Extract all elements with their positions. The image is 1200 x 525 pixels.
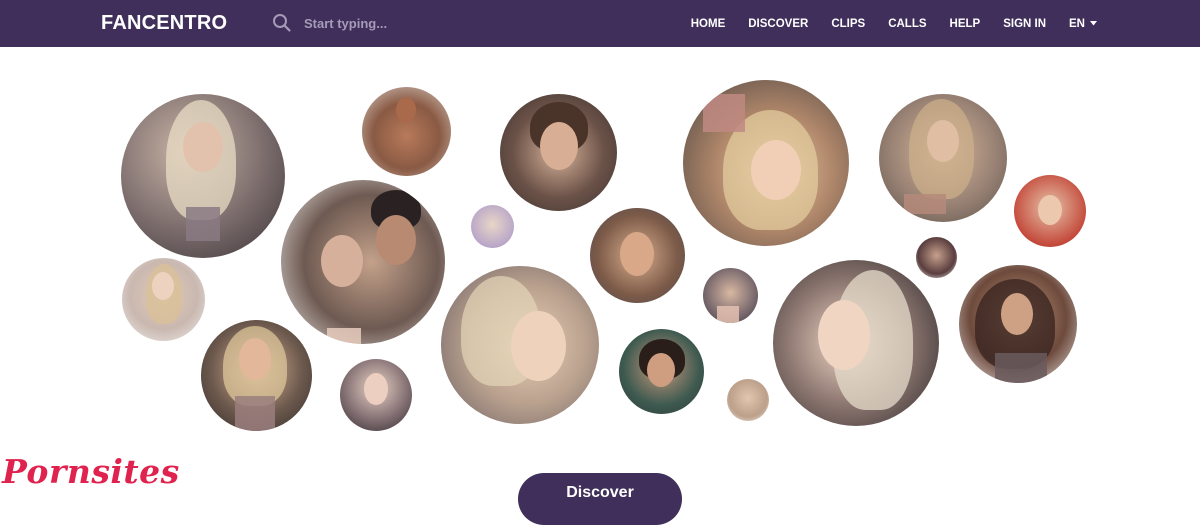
creator-avatar[interactable]: [703, 268, 758, 323]
creator-avatar[interactable]: [201, 320, 312, 431]
search-bar: [272, 11, 544, 35]
creator-avatar[interactable]: [362, 87, 451, 176]
nav-clips-link[interactable]: CLIPS: [831, 18, 865, 30]
creator-bubbles: [0, 47, 1200, 493]
language-label: EN: [1069, 17, 1085, 30]
creator-avatar[interactable]: [619, 329, 704, 414]
watermark: Pornsites: [2, 452, 180, 491]
creator-avatar[interactable]: [916, 237, 957, 278]
nav-discover-link[interactable]: DISCOVER: [748, 18, 808, 30]
discover-button[interactable]: Discover: [518, 473, 682, 525]
creator-avatar[interactable]: [1014, 175, 1086, 247]
creator-avatar[interactable]: [122, 258, 205, 341]
nav-calls-link[interactable]: CALLS: [888, 18, 926, 30]
nav-signin-link[interactable]: SIGN IN: [1003, 18, 1046, 30]
creator-avatar[interactable]: [727, 379, 769, 421]
search-icon[interactable]: [272, 13, 292, 33]
creator-avatar[interactable]: [340, 359, 412, 431]
creator-avatar[interactable]: [773, 260, 939, 426]
logo[interactable]: FANCENTRO: [101, 12, 227, 35]
search-input[interactable]: [304, 15, 544, 31]
top-navbar: FANCENTRO HOME DISCOVER CLIPS CALLS HELP…: [0, 0, 1200, 47]
creator-avatar[interactable]: [500, 94, 617, 211]
nav-menu: HOME DISCOVER CLIPS CALLS HELP SIGN IN E…: [691, 0, 1097, 47]
creator-avatar[interactable]: [441, 266, 599, 424]
creator-avatar[interactable]: [683, 80, 849, 246]
creator-avatar[interactable]: [121, 94, 285, 258]
nav-home-link[interactable]: HOME: [691, 18, 726, 30]
chevron-down-icon: [1090, 21, 1097, 26]
creator-avatar[interactable]: [590, 208, 685, 303]
creator-avatar[interactable]: [471, 205, 514, 248]
creator-avatar[interactable]: [281, 180, 445, 344]
language-selector[interactable]: EN: [1069, 18, 1097, 30]
nav-help-link[interactable]: HELP: [950, 18, 981, 30]
creator-avatar[interactable]: [959, 265, 1077, 383]
creator-avatar[interactable]: [879, 94, 1007, 222]
